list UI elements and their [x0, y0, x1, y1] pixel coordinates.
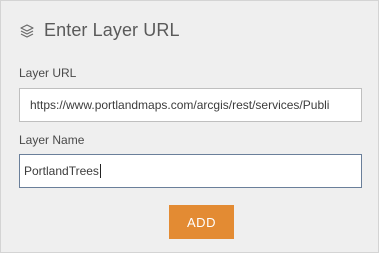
panel-title: Enter Layer URL	[44, 20, 180, 40]
panel-header: Enter Layer URL	[19, 20, 180, 41]
text-caret	[99, 164, 101, 178]
add-button[interactable]: ADD	[169, 205, 234, 239]
layer-url-input[interactable]: https://www.portlandmaps.com/arcgis/rest…	[19, 88, 362, 122]
layer-url-label: Layer URL	[19, 66, 77, 80]
layer-url-value: https://www.portlandmaps.com/arcgis/rest…	[30, 98, 330, 112]
layer-name-input[interactable]: PortlandTrees	[19, 154, 362, 188]
enter-layer-url-panel: Enter Layer URL Layer URL https://www.po…	[0, 0, 379, 253]
layers-icon	[19, 23, 35, 39]
layer-name-value: PortlandTrees	[24, 164, 99, 178]
layer-name-label: Layer Name	[19, 133, 85, 147]
